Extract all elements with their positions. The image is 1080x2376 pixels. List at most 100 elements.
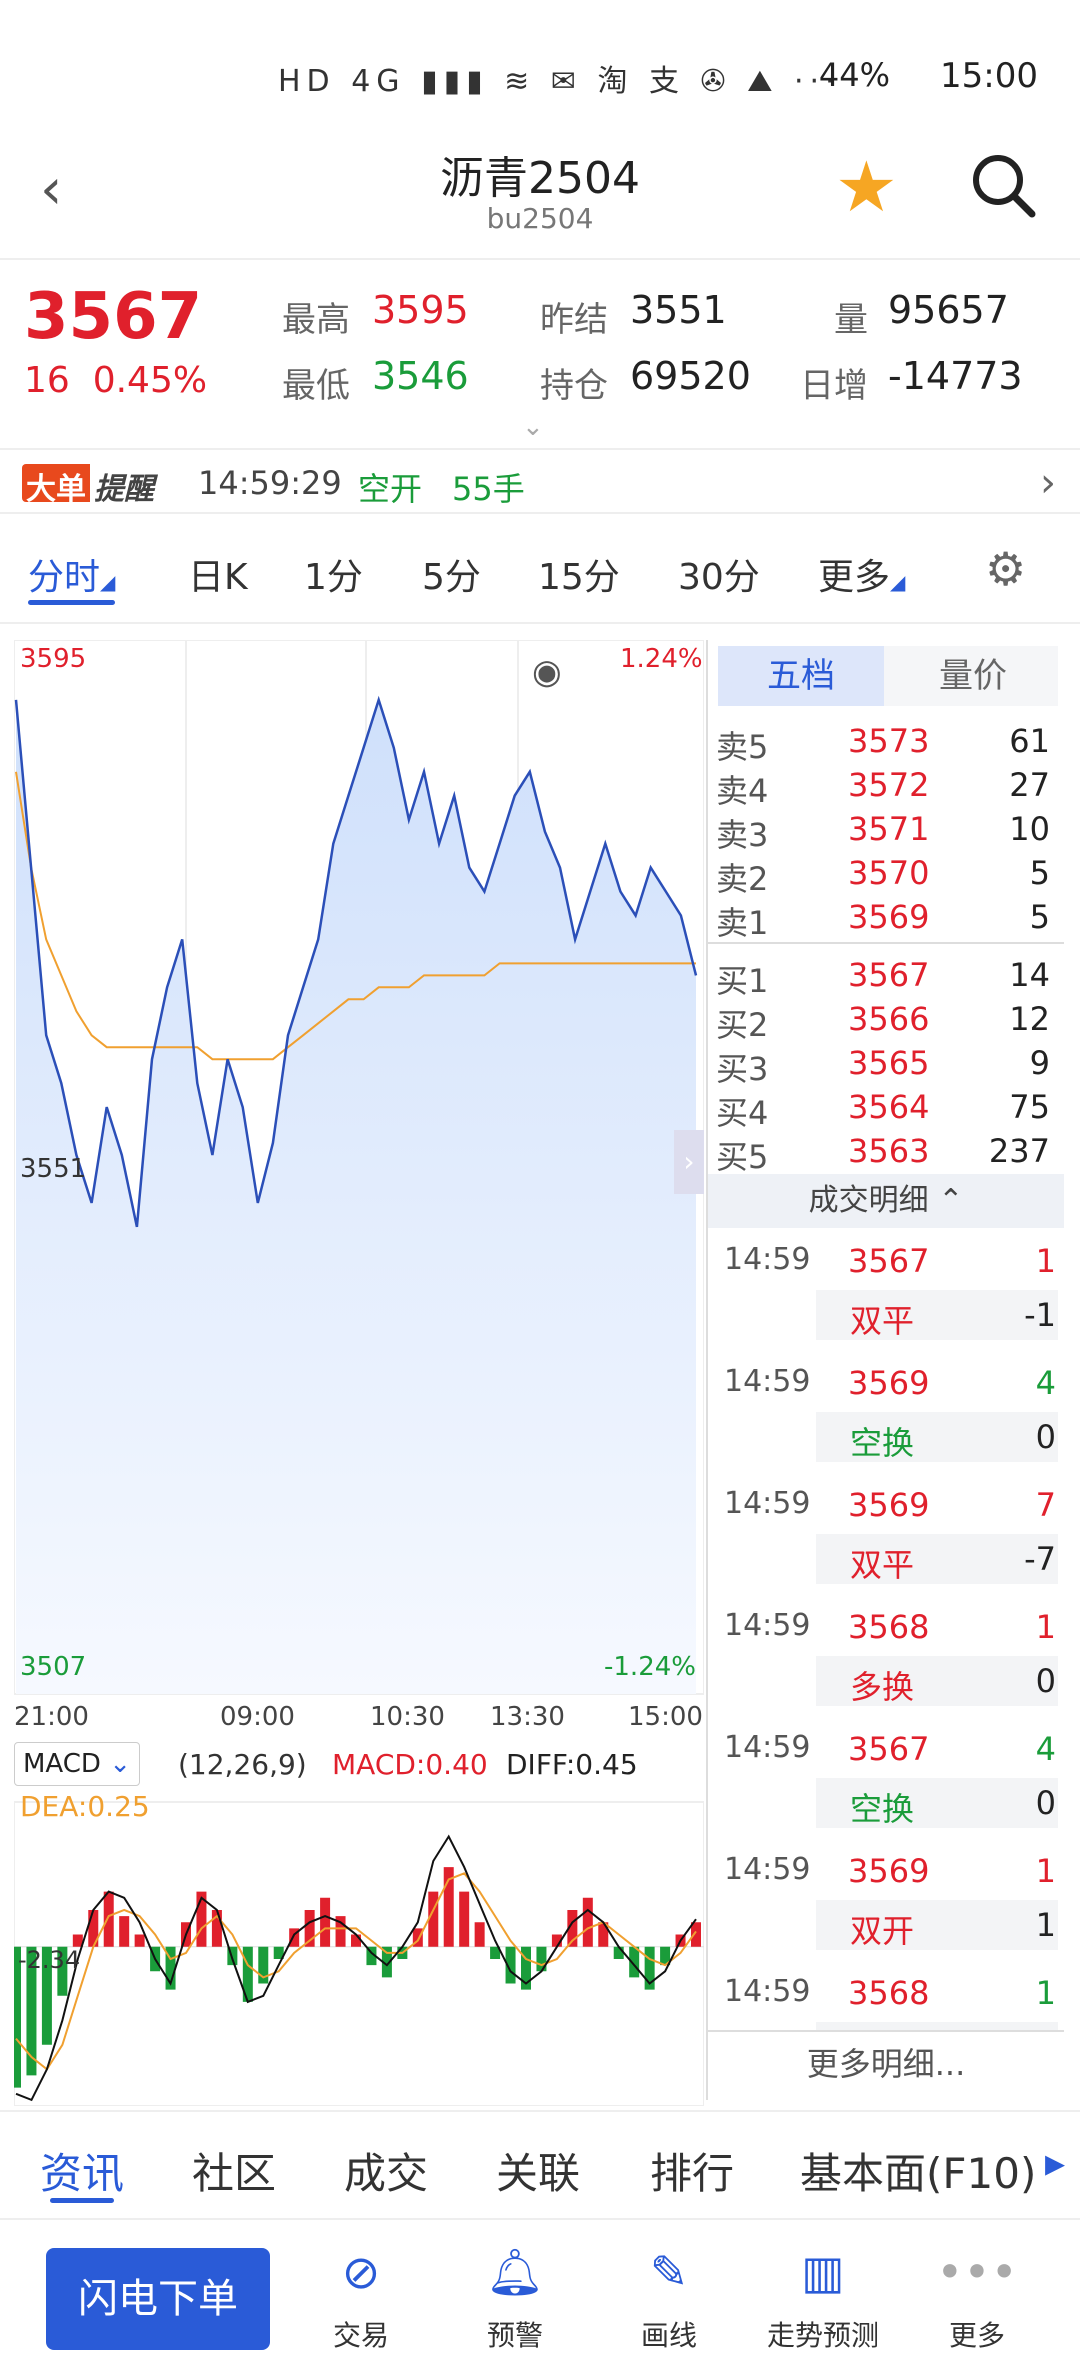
dea-line: [15, 1872, 697, 2071]
last-price: 3567: [24, 280, 203, 354]
trade-oi-delta: -1: [1024, 1296, 1056, 1334]
chevron-right-icon[interactable]: ›: [1040, 460, 1056, 506]
trade-row: 14:59 3567 4 空换 0: [708, 1718, 1064, 1838]
search-icon[interactable]: [968, 150, 1038, 220]
bid-volume: 9: [1029, 1044, 1050, 1082]
ask-volume: 5: [1029, 854, 1050, 892]
expand-chevron-icon[interactable]: ⌄: [522, 412, 544, 442]
bid-price: 3566: [848, 1000, 930, 1038]
bell-icon: 🔔︎: [485, 2245, 545, 2299]
dock-forecast[interactable]: ▥ 走势预测: [748, 2242, 898, 2354]
order-book-panel: 五档 量价 卖5 3573 61 卖4 3572 27 卖3 3571 10 卖2 3570 5…: [706, 640, 1064, 2100]
trade-time: 14:59: [724, 1608, 811, 1643]
macd-selector-label: MACD: [23, 1749, 101, 1779]
ask-row: 卖4 3572 27: [708, 762, 1058, 810]
trade-price: 3567: [848, 1730, 930, 1768]
gear-icon[interactable]: ⚙: [985, 542, 1026, 596]
bid-volume: 237: [988, 1132, 1050, 1170]
bottom-dock: 闪电下单 ⊘ 交易 🔔︎ 预警 ✎ 画线 ▥ 走势预测 ••• 更多: [0, 2222, 1080, 2376]
tab-15min[interactable]: 15分: [538, 548, 620, 600]
page-title: 沥青2504: [440, 153, 640, 204]
macd-bar: [351, 1934, 361, 1947]
book-chart-icon: ▥: [801, 2245, 845, 2299]
tab-1min[interactable]: 1分: [304, 548, 363, 600]
trade-kind-bg: [816, 2022, 1058, 2030]
chart-top-price: 3595: [20, 644, 87, 674]
dock-trade[interactable]: ⊘ 交易: [286, 2242, 436, 2354]
tab-30min[interactable]: 30分: [678, 548, 760, 600]
trade-price: 3569: [848, 1852, 930, 1890]
tab-fundamentals[interactable]: 基本面(F10): [800, 2140, 1036, 2201]
ask-price: 3571: [848, 810, 930, 848]
alert-badge: 大单 提醒: [22, 464, 158, 507]
tab-intraday-label: 分时: [28, 557, 101, 598]
favorite-star-icon[interactable]: ★: [835, 152, 898, 222]
intraday-chart[interactable]: 3595 1.24% 3551 3507 -1.24% 21:00 09:00 …: [11, 639, 705, 2107]
trade-oi-delta: 0: [1035, 1784, 1056, 1822]
eye-icon[interactable]: ◉: [532, 652, 562, 692]
tab-intraday[interactable]: 分时◢: [28, 548, 116, 605]
status-bar: HD 4G ▮▮▮ ≋ ✉ 淘 支 ✇ ⛰ ··· 44% 15:00: [0, 0, 1080, 120]
ask-volume: 10: [1009, 810, 1050, 848]
time-label: 13:30: [490, 1702, 565, 1732]
time-label: 15:00: [628, 1702, 703, 1732]
quote-panel: 3567 16 0.45% 最高 3595 最低 3546 昨结 3551 持仓…: [0, 262, 1080, 450]
tab-volume-price[interactable]: 量价: [888, 646, 1058, 706]
daily-increase-label: 日增: [800, 366, 868, 406]
trade-time: 14:59: [724, 1730, 811, 1765]
volume-label: 量: [834, 300, 868, 340]
dock-draw[interactable]: ✎ 画线: [594, 2242, 744, 2354]
trade-time: 14:59: [724, 1242, 811, 1277]
trade-list: 14:59 3567 1 双平 -1 14:59 3569 4 空换 0 14:59 3569 7 双平 -…: [708, 1230, 1064, 2030]
dock-forecast-label: 走势预测: [766, 2319, 879, 2352]
macd-bar: [103, 1891, 114, 1947]
dock-more[interactable]: ••• 更多: [902, 2242, 1052, 2354]
flash-order-button[interactable]: 闪电下单: [46, 2248, 270, 2350]
dock-alert[interactable]: 🔔︎ 预警: [440, 2242, 590, 2354]
tab-daily-k[interactable]: 日K: [188, 548, 248, 600]
trade-price: 3569: [848, 1486, 930, 1524]
tab-related[interactable]: 关联: [496, 2140, 580, 2201]
trade-row: 14:59 3568 1: [708, 1962, 1064, 2030]
diff-value: DIFF:0.45: [506, 1748, 638, 1781]
macd-indicator-select[interactable]: MACD ⌄: [14, 1742, 140, 1786]
tab-5min[interactable]: 5分: [422, 548, 481, 600]
time-label: 21:00: [14, 1702, 89, 1732]
more-details-button[interactable]: 更多明细...: [708, 2030, 1064, 2094]
tab-five-levels[interactable]: 五档: [718, 646, 884, 706]
tab-trades[interactable]: 成交: [344, 2140, 428, 2201]
trade-time: 14:59: [724, 1364, 811, 1399]
big-order-alert[interactable]: 大单 提醒 14:59:29 空开 55手 ›: [0, 452, 1080, 514]
tabs-scroll-arrow-icon[interactable]: ▸: [1045, 2140, 1065, 2186]
price-change: 16 0.45%: [24, 360, 207, 401]
trade-price: 3568: [848, 1974, 930, 2012]
macd-bar: [119, 1916, 130, 1947]
macd-params: (12,26,9): [178, 1748, 307, 1781]
trade-kind: 双平: [850, 1546, 915, 1584]
trade-volume: 7: [1035, 1486, 1056, 1524]
price-area: [16, 699, 696, 1694]
alert-type: 空开: [358, 470, 423, 508]
chart-bottom-price: 3507: [20, 1652, 87, 1682]
trade-row: 14:59 3569 1 双开 1: [708, 1840, 1064, 1960]
dea-value: DEA:0.25: [20, 1790, 150, 1823]
tab-news[interactable]: 资讯: [40, 2140, 124, 2203]
tab-ranking[interactable]: 排行: [650, 2140, 734, 2201]
tab-more[interactable]: 更多◢: [818, 548, 905, 600]
order-book-tabs: 五档 量价: [718, 646, 1058, 706]
tab-community[interactable]: 社区: [192, 2140, 276, 2201]
expand-panel-handle[interactable]: ›: [674, 1130, 704, 1194]
trade-oi-delta: -7: [1024, 1540, 1056, 1578]
ask-volume: 5: [1029, 898, 1050, 936]
period-tabs: 分时◢ 日K 1分 5分 15分 30分 更多◢ ⚙: [0, 516, 1080, 624]
alert-quantity: 55手: [452, 470, 525, 508]
trade-price: 3568: [848, 1608, 930, 1646]
macd-bar: [691, 1922, 701, 1947]
trade-detail-header[interactable]: 成交明细 ⌃: [708, 1174, 1064, 1228]
trade-row: 14:59 3569 7 双平 -7: [708, 1474, 1064, 1594]
macd-frame: [13, 1801, 705, 2107]
macd-bar: [320, 1897, 331, 1947]
ask-price: 3573: [848, 722, 930, 760]
time-label: 10:30: [370, 1702, 445, 1732]
bid-row: 买4 3564 75: [708, 1084, 1058, 1132]
